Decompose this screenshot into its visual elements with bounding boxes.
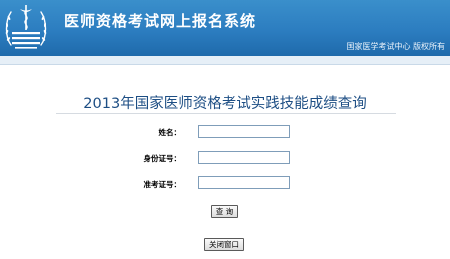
admission-ticket-input[interactable] <box>198 176 290 189</box>
copyright-text: 国家医学考试中心 版权所有 <box>346 42 445 51</box>
query-button[interactable]: 查 询 <box>211 205 238 218</box>
id-number-input[interactable] <box>198 151 290 164</box>
name-input[interactable] <box>198 125 290 138</box>
nmec-logo-icon <box>5 5 47 49</box>
close-window-button[interactable]: 关闭窗口 <box>204 238 244 251</box>
page-title: 2013年国家医师资格考试实践技能成绩查询 <box>83 96 367 112</box>
site-title: 医师资格考试网上报名系统 <box>64 12 257 30</box>
id-number-label: 身份证号： <box>143 154 182 163</box>
header-divider-stripe <box>0 56 450 65</box>
header-banner: 医师资格考试网上报名系统 国家医学考试中心 版权所有 <box>0 0 450 56</box>
admission-ticket-label: 准考证号： <box>143 180 182 189</box>
title-divider <box>56 113 396 114</box>
name-label: 姓名： <box>158 128 182 137</box>
